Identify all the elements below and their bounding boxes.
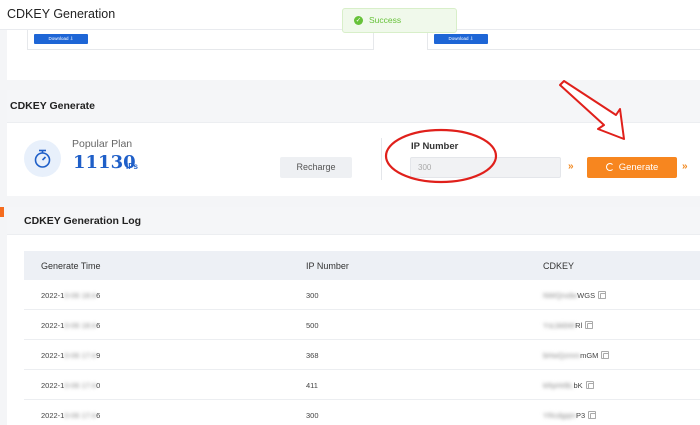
generate-time-cell: 2022-10-06 17:49: [41, 351, 100, 360]
plan-label: Popular Plan: [72, 138, 133, 150]
cdkey-redacted: kRpHrBL: [543, 381, 574, 390]
cdkey-cell: YRcdgqmP3: [543, 411, 597, 420]
time-text: 2022-1: [41, 381, 65, 390]
stopwatch-icon: [24, 140, 61, 177]
time-text: 6: [96, 321, 101, 330]
table-row: 2022-10-06 18:46 500 YsLbkbWRl: [24, 310, 700, 340]
copy-icon[interactable]: [585, 321, 594, 329]
copy-icon[interactable]: [588, 411, 597, 419]
download-box-2: Download ⇩: [427, 30, 700, 50]
cdkey-text: WGS: [577, 291, 596, 300]
table-body: 2022-10-06 18:46 300 NWQrxdwWGS 2022-10-06 …: [24, 280, 700, 425]
time-redacted: 0-06 18:4: [64, 321, 97, 330]
ip-number-cell: 300: [306, 291, 319, 300]
chevron-right-icon: »: [682, 161, 688, 172]
cdkey-cell: bHwQzmmmGM: [543, 351, 610, 360]
chevron-right-icon: »: [568, 161, 574, 172]
time-text: 2022-1: [41, 351, 65, 360]
check-circle-icon: ✓: [354, 16, 363, 25]
log-table: Generate Time IP Number CDKEY 2022-10-06…: [24, 251, 700, 425]
annotation-arrow: [559, 80, 625, 140]
time-redacted: 0-06 17:4: [64, 411, 97, 420]
time-redacted: 0-06 18:4: [64, 291, 97, 300]
time-text: 9: [96, 351, 101, 360]
toast-text: Success: [369, 15, 402, 25]
annotation-ellipse: [384, 128, 498, 184]
cdkey-cell: NWQrxdwWGS: [543, 291, 607, 300]
download-label: Download: [448, 36, 469, 41]
cdkey-text: bK: [573, 381, 583, 390]
ip-number-cell: 500: [306, 321, 319, 330]
table-header: Generate Time IP Number CDKEY: [24, 251, 700, 280]
table-row: 2022-10-06 17:49 368 bHwQzmmmGM: [24, 340, 700, 370]
ip-number-cell: 368: [306, 351, 319, 360]
cdkey-redacted: NWQrxdw: [543, 291, 578, 300]
section-marker: [0, 207, 4, 217]
refresh-icon: [605, 163, 614, 171]
copy-icon[interactable]: [585, 381, 594, 389]
cdkey-cell: kRpHrBLbK: [543, 381, 594, 390]
copy-icon[interactable]: [601, 351, 610, 359]
download-label: Download: [48, 36, 69, 41]
download-button[interactable]: Download ⇩: [34, 34, 88, 44]
generate-label: Generate: [618, 162, 659, 173]
cdkey-redacted: YRcdgqm: [543, 411, 576, 420]
generate-time-cell: 2022-10-06 17:46: [41, 411, 100, 420]
download-box-1: Download ⇩: [27, 30, 374, 50]
download-button[interactable]: Download ⇩: [434, 34, 488, 44]
table-row: 2022-10-06 17:40 411 kRpHrBLbK: [24, 370, 700, 400]
time-text: 6: [96, 291, 101, 300]
cdkey-text: P3: [575, 411, 586, 420]
column-header: CDKEY: [543, 261, 575, 271]
generate-button[interactable]: Generate: [587, 157, 677, 178]
cdkey-text: Rl: [575, 321, 583, 330]
time-redacted: 0-06 17:4: [64, 351, 97, 360]
table-row: 2022-10-06 18:46 300 NWQrxdwWGS: [24, 280, 700, 310]
ip-number-cell: 411: [306, 381, 318, 390]
plan-unit: IPs: [126, 162, 139, 171]
recharge-button[interactable]: Recharge: [280, 157, 352, 178]
time-text: 6: [96, 411, 101, 420]
log-title: CDKEY Generation Log: [24, 215, 142, 227]
column-header: IP Number: [306, 261, 349, 271]
time-text: 0: [96, 381, 101, 390]
cdkey-cell: YsLbkbWRl: [543, 321, 594, 330]
divider: [381, 138, 382, 180]
log-header: CDKEY Generation Log: [7, 207, 700, 235]
time-redacted: 0-06 17:4: [64, 381, 97, 390]
generate-time-cell: 2022-10-06 18:46: [41, 291, 100, 300]
generate-title: CDKEY Generate: [10, 100, 96, 112]
copy-icon[interactable]: [598, 291, 607, 299]
time-text: 2022-1: [41, 291, 65, 300]
generate-time-cell: 2022-10-06 17:40: [41, 381, 100, 390]
download-card: Download ⇩ Download ⇩: [7, 30, 700, 80]
generate-time-cell: 2022-10-06 18:46: [41, 321, 100, 330]
cdkey-text: mGM: [580, 351, 599, 360]
column-header: Generate Time: [41, 261, 101, 271]
time-text: 2022-1: [41, 321, 65, 330]
cdkey-redacted: bHwQzmm: [543, 351, 581, 360]
generation-log-card: CDKEY Generation Log Generate Time IP Nu…: [7, 207, 700, 425]
ip-number-cell: 300: [306, 411, 319, 420]
success-toast: ✓ Success: [342, 8, 457, 33]
time-text: 2022-1: [41, 411, 65, 420]
page-title: CDKEY Generation: [7, 7, 116, 21]
cdkey-redacted: YsLbkbW: [543, 321, 576, 330]
table-row: 2022-10-06 17:46 300 YRcdgqmP3: [24, 400, 700, 425]
